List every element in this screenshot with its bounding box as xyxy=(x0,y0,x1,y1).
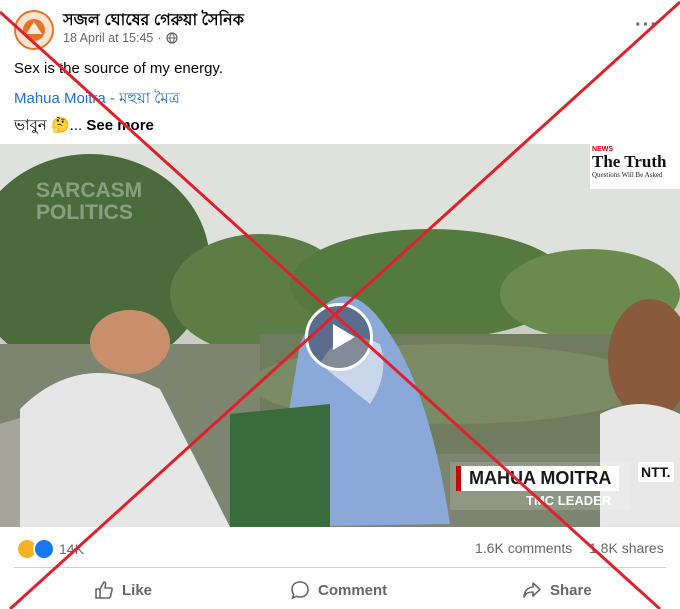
like-button[interactable]: Like xyxy=(94,580,152,600)
post-timestamp[interactable]: 18 April at 15:45 xyxy=(63,31,153,45)
lower-third-role: TMC LEADER xyxy=(526,493,612,508)
comments-count[interactable]: 1.6K comments xyxy=(475,540,572,556)
news-logo-title: The Truth xyxy=(592,152,667,171)
post-actions: Like Comment Share xyxy=(0,570,680,609)
post-header: সজল ঘোষের গেরুয়া সৈনিক 18 April at 15:4… xyxy=(0,0,680,56)
post-meta: 18 April at 15:45 · xyxy=(63,31,178,45)
lower-third-name: MAHUA MOITRA xyxy=(456,466,620,491)
corner-tag: NTT. xyxy=(638,462,674,482)
like-icon xyxy=(95,581,113,599)
share-button[interactable]: Share xyxy=(522,580,592,600)
lower-third: MAHUA MOITRA TMC LEADER xyxy=(456,466,620,508)
comment-icon xyxy=(291,581,309,600)
globe-icon xyxy=(165,32,178,44)
comment-button[interactable]: Comment xyxy=(290,580,387,600)
video-player[interactable]: SARCASM POLITICS NEWS The Truth Question… xyxy=(0,144,680,527)
news-logo-subtitle: Questions Will Be Asked xyxy=(592,171,663,179)
comment-label: Comment xyxy=(318,581,388,599)
tagged-profile-link[interactable]: Mahua Moitra - মহুয়া মৈত্র xyxy=(14,87,180,112)
share-icon xyxy=(523,582,541,598)
caption-text: ভাবুন 🤔... xyxy=(14,117,83,134)
reactions-summary[interactable]: 14K xyxy=(16,538,84,560)
news-logo: NEWS The Truth Questions Will Be Asked xyxy=(592,146,680,188)
like-label: Like xyxy=(122,581,153,599)
play-button[interactable] xyxy=(305,303,373,371)
share-label: Share xyxy=(550,581,592,599)
more-options-icon[interactable]: ··· xyxy=(635,14,658,37)
like-reaction-icon xyxy=(33,538,55,560)
page-name[interactable]: সজল ঘোষের গেরুয়া সৈনিক xyxy=(63,7,244,34)
shares-count[interactable]: 1.8K shares xyxy=(589,540,664,556)
engagement-stats: 14K 1.6K comments 1.8K shares xyxy=(0,532,680,562)
page-avatar[interactable] xyxy=(14,10,54,50)
reaction-count: 14K xyxy=(59,541,84,557)
see-more-link[interactable]: See more xyxy=(86,117,154,134)
post-text: Sex is the source of my energy. xyxy=(14,60,223,77)
post-caption: ভাবুন 🤔... See more xyxy=(14,114,154,139)
actions-divider xyxy=(14,567,666,568)
video-watermark: SARCASM POLITICS xyxy=(36,179,143,224)
